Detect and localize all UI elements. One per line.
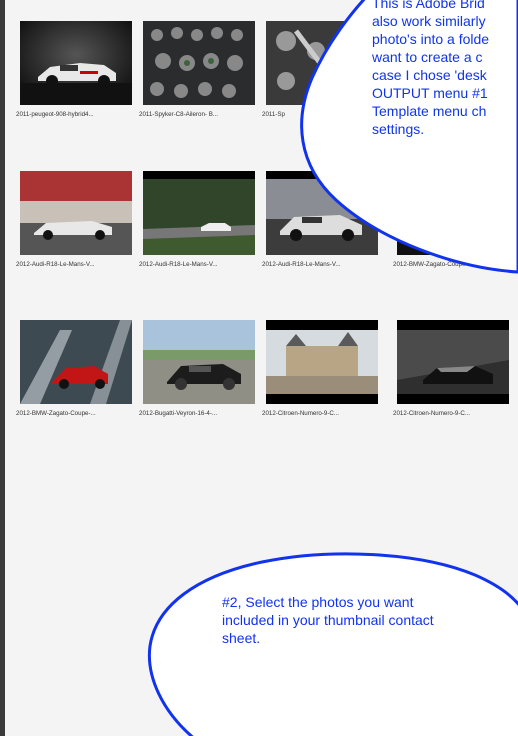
callout-bottom-line: included in your thumbnail contact <box>222 612 434 628</box>
callout-top-line: want to create a c <box>372 49 483 65</box>
callout-top-line: case I chose 'desk <box>372 67 487 83</box>
callout-top-text: This is Adobe Brid also work similarly p… <box>372 0 489 138</box>
callout-top-line: photo's into a folde <box>372 31 490 47</box>
callout-top-line: Template menu ch <box>372 103 487 119</box>
callout-bottom-text: #2, Select the photos you want included … <box>222 593 434 647</box>
callout-top-line: settings. <box>372 121 425 137</box>
callout-top-line: This is Adobe Brid <box>372 0 485 11</box>
callout-top-line: also work similarly <box>372 13 486 29</box>
callout-top-line: OUTPUT menu #1 <box>372 85 488 101</box>
callout-bottom-line: sheet. <box>222 630 261 646</box>
callout-bottom-line: #2, Select the photos you want <box>222 594 414 610</box>
